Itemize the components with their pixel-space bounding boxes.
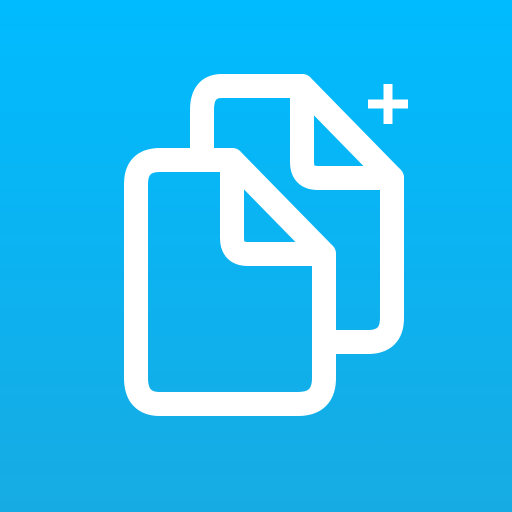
app-icon [0,0,512,512]
duplicate-files-plus-icon [124,74,408,416]
plus-icon [368,84,408,124]
